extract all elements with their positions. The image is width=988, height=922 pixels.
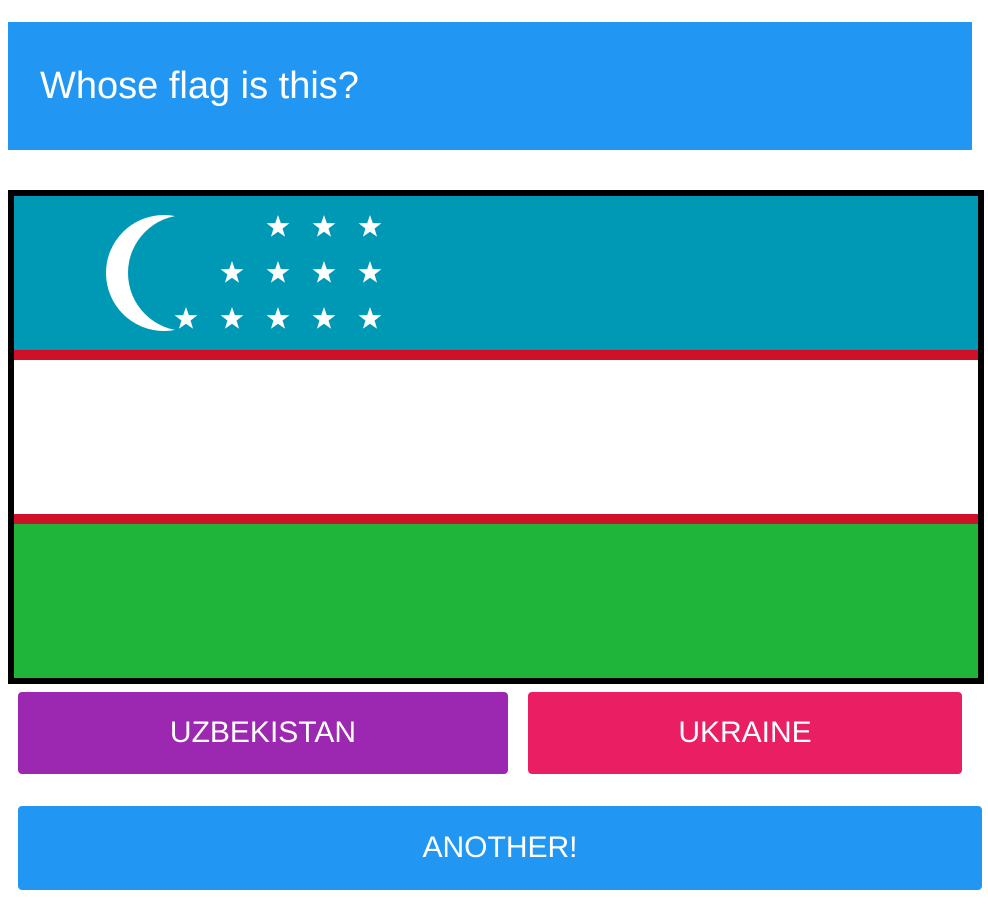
flag-white-band [14,360,978,514]
flag-red-stripe-bottom [14,514,978,524]
question-header: Whose flag is this? [8,22,972,150]
flag-frame [8,190,984,684]
another-button[interactable]: ANOTHER! [18,806,982,890]
flag-red-stripe-top [14,350,978,360]
question-title: Whose flag is this? [40,64,359,107]
answer-button-ukraine[interactable]: UKRAINE [528,692,962,774]
crescent-icon [106,215,244,331]
answer-button-uzbekistan[interactable]: UZBEKISTAN [18,692,508,774]
flag-quiz-app: Whose flag is this? UZBEKISTAN UKRAINE A… [0,0,988,922]
flag-green-band [14,524,978,678]
uzbekistan-flag-icon [14,196,978,678]
